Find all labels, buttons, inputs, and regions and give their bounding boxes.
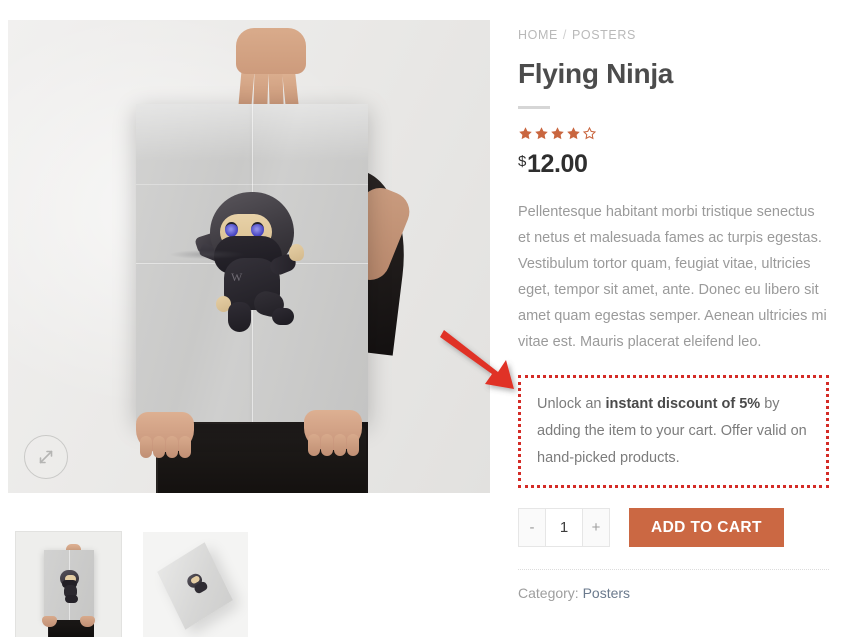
star-filled-icon [519,127,532,140]
model-hand-bottom-left [136,412,194,458]
product-category: Category: Posters [518,585,829,601]
thumbnail-2[interactable] [143,532,248,637]
ninja-chest-logo: W [231,270,243,284]
cart-controls: - + ADD TO CART [518,508,829,547]
ninja-character-artwork: W [194,192,310,342]
thumbnail-list [15,531,248,637]
quantity-increase-button[interactable]: + [583,509,609,546]
discount-lead-text: Unlock an [537,396,606,412]
page-title: Flying Ninja [518,58,674,89]
star-outline-icon [582,126,597,140]
price-amount: 12.00 [526,150,588,178]
star-filled-icon [535,127,548,140]
breadcrumb-current-link[interactable]: POSTERS [572,28,636,42]
quantity-decrease-button[interactable]: - [519,509,545,546]
model-hand-top [236,28,306,117]
thumbnail-1[interactable] [15,531,122,637]
category-label: Category: [518,585,579,601]
category-link[interactable]: Posters [583,585,630,601]
product-description: Pellentesque habitant morbi tristique se… [518,204,827,350]
star-filled-icon [551,127,564,140]
discount-highlight-text: instant discount of 5% [605,396,761,412]
product-photo-scene: W [8,20,490,493]
add-to-cart-button[interactable]: ADD TO CART [629,508,784,547]
expand-icon[interactable] [24,435,68,479]
discount-notice-text: Unlock an instant discount of 5% by addi… [537,391,811,472]
product-details: HOME / POSTERS Flying Ninja $12.00 Pellent… [518,28,829,601]
breadcrumb: HOME / POSTERS [518,28,829,42]
quantity-input[interactable] [545,509,583,546]
discount-notice-box: Unlock an instant discount of 5% by addi… [518,375,829,488]
product-gallery: W [8,20,490,637]
model-hand-bottom-right [304,410,362,456]
poster-sheet: W [136,104,368,422]
quantity-stepper: - + [518,508,610,547]
expand-arrows-icon [39,450,53,464]
breadcrumb-home-link[interactable]: HOME [518,28,558,42]
currency-symbol: $ [518,153,526,170]
title-divider [518,106,550,109]
breadcrumb-separator: / [562,28,567,42]
product-price: $12.00 [518,150,829,179]
product-page: W HOME / POSTERS Flying Ninja $12.00 Pel… [0,0,843,637]
star-filled-icon [567,127,580,140]
main-product-image[interactable]: W [8,20,490,493]
star-rating[interactable] [518,126,829,142]
meta-divider [518,569,829,570]
